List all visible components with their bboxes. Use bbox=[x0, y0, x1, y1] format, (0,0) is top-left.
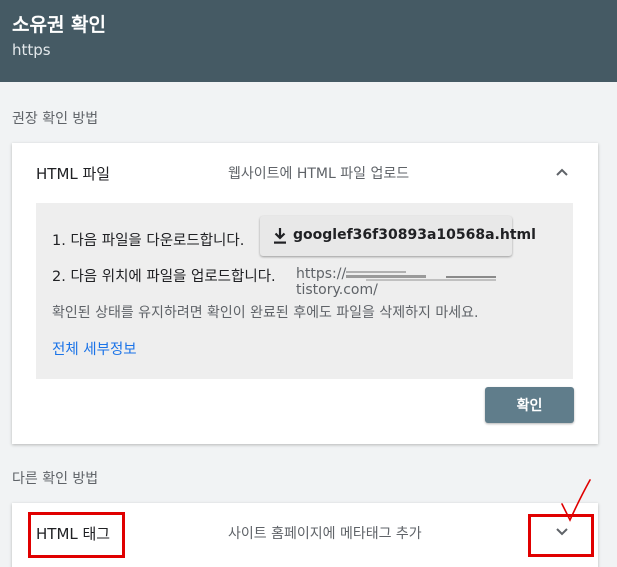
method-instructions-panel: 1. 다음 파일을 다운로드합니다. googlef36f30893a10568… bbox=[36, 203, 573, 379]
page-title: 소유권 확인 bbox=[12, 14, 107, 36]
html-file-method-header[interactable]: HTML 파일 웹사이트에 HTML 파일 업로드 bbox=[12, 143, 598, 201]
upload-url-prefix: https:// bbox=[296, 266, 347, 282]
other-methods-label: 다른 확인 방법 bbox=[12, 471, 99, 487]
html-file-method-card: HTML 파일 웹사이트에 HTML 파일 업로드 1. 다음 파일을 다운로드… bbox=[12, 143, 598, 444]
download-file-button[interactable]: googlef36f30893a10568a.html bbox=[260, 216, 536, 256]
html-tag-method-card: HTML 태그 사이트 홈페이지에 메타태그 추가 bbox=[12, 503, 598, 567]
keep-file-notice: 확인된 상태를 유지하려면 확인이 완료된 후에도 파일을 삭제하지 마세요. bbox=[52, 305, 479, 321]
confirm-button[interactable]: 확인 bbox=[485, 387, 574, 423]
page-header: 소유권 확인 https bbox=[0, 0, 617, 82]
method-name: HTML 파일 bbox=[36, 165, 111, 183]
download-icon bbox=[274, 228, 286, 244]
method-description: 웹사이트에 HTML 파일 업로드 bbox=[228, 166, 410, 182]
download-file-name: googlef36f30893a10568a.html bbox=[293, 227, 536, 243]
step-1-text: 1. 다음 파일을 다운로드합니다. bbox=[52, 233, 245, 249]
full-details-link[interactable]: 전체 세부정보 bbox=[52, 338, 137, 359]
method-description: 사이트 홈페이지에 메타태그 추가 bbox=[228, 526, 422, 542]
chevron-up-icon[interactable] bbox=[554, 164, 570, 180]
method-name: HTML 태그 bbox=[36, 525, 111, 543]
property-url: https bbox=[12, 41, 51, 59]
redacted-subdomain bbox=[346, 271, 496, 281]
upload-url-suffix: tistory.com/ bbox=[296, 282, 378, 298]
chevron-down-icon[interactable] bbox=[554, 524, 570, 540]
step-2-text: 2. 다음 위치에 파일을 업로드합니다. bbox=[52, 269, 276, 285]
html-tag-method-header[interactable]: HTML 태그 사이트 홈페이지에 메타태그 추가 bbox=[12, 503, 598, 561]
recommended-methods-label: 권장 확인 방법 bbox=[12, 111, 99, 127]
